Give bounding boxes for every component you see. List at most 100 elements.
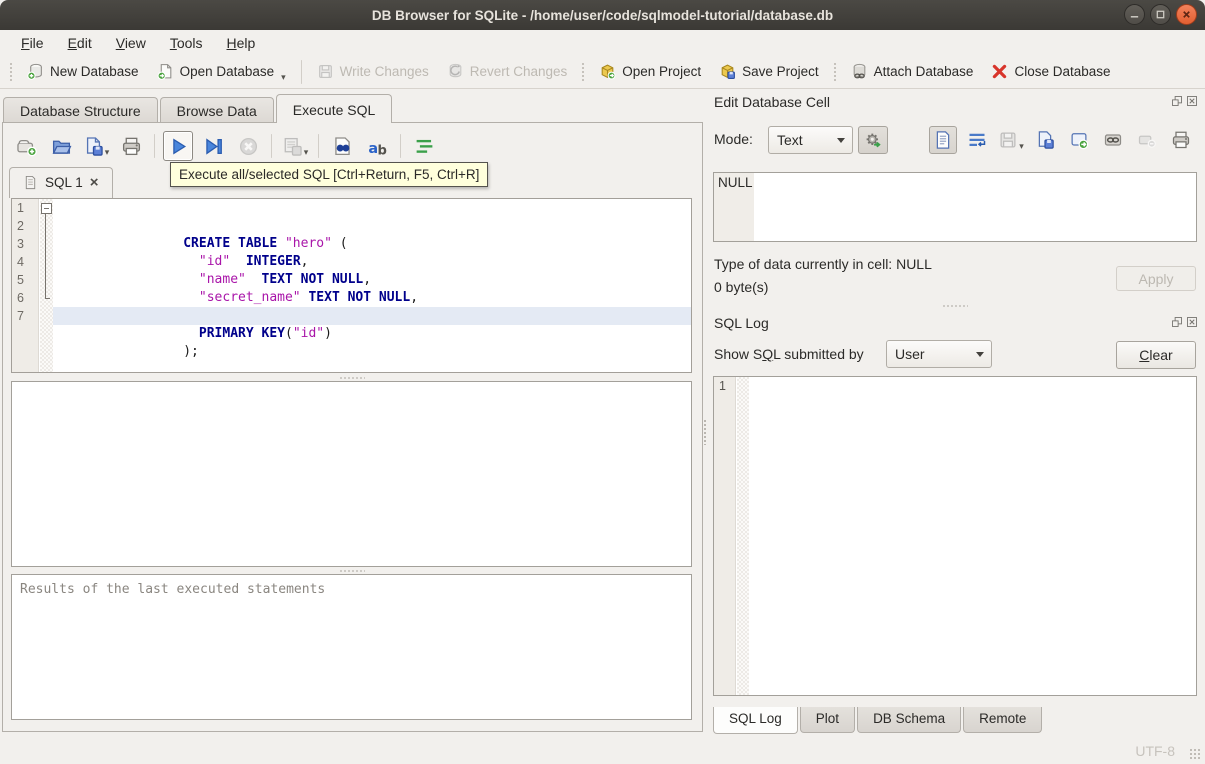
menu-item-label: T: [169, 34, 177, 51]
find-button[interactable]: [327, 131, 357, 161]
toolbar-grip[interactable]: [578, 60, 589, 83]
fold-marker[interactable]: [39, 307, 53, 325]
tab-browse-data[interactable]: Browse Data: [159, 97, 274, 123]
tab-label: SQL Log: [729, 711, 782, 726]
sql-toolbar-icon: [203, 136, 224, 157]
line-number: 1: [17, 201, 24, 215]
sql-editor[interactable]: 1 CREATE TABLE "hero" ( 2 "id" INTEGER, …: [11, 198, 692, 373]
results-message-pane[interactable]: Results of the last executed statements: [11, 574, 692, 720]
menu-help[interactable]: Help: [216, 33, 267, 53]
splitter-handle[interactable]: [11, 567, 692, 574]
undock-icon[interactable]: [1171, 316, 1183, 328]
editor-line[interactable]: 1 CREATE TABLE "hero" (: [12, 199, 691, 251]
set-null-button[interactable]: [1133, 126, 1161, 154]
open-external-button[interactable]: [1099, 126, 1127, 154]
open-database-button[interactable]: Open Database: [148, 59, 295, 84]
stop-button[interactable]: [233, 131, 263, 161]
editor-line[interactable]: 6 PRIMARY KEY("id"): [12, 289, 691, 341]
fold-marker[interactable]: [39, 217, 53, 235]
gear-icon: [864, 131, 883, 150]
text-mode-button[interactable]: [929, 126, 957, 154]
titlebar[interactable]: DB Browser for SQLite - /home/user/code/…: [0, 0, 1205, 30]
maximize-button[interactable]: [1150, 4, 1171, 25]
write-changes-button[interactable]: Write Changes: [308, 59, 438, 84]
menu-view[interactable]: View: [105, 33, 157, 53]
editor-line[interactable]: 3 "name" TEXT NOT NULL,: [12, 235, 691, 287]
print-sql-button[interactable]: [116, 131, 146, 161]
auto-apply-button[interactable]: [858, 126, 888, 154]
code-text: CREATE TABLE "hero" (: [53, 199, 691, 251]
save-sql-file-button[interactable]: [81, 131, 111, 161]
tab-execute-sql[interactable]: Execute SQL: [275, 94, 393, 123]
toolbar-grip[interactable]: [829, 60, 840, 83]
menu-file[interactable]: File: [10, 33, 55, 53]
line-number: 7: [17, 309, 24, 323]
sql-log-area[interactable]: 1: [713, 376, 1197, 696]
undock-icon[interactable]: [1171, 95, 1183, 107]
menu-tools[interactable]: Tools: [159, 33, 214, 53]
apply-button[interactable]: Apply: [1116, 266, 1196, 291]
open-sql-file-button[interactable]: [46, 131, 76, 161]
new-sql-tab-button[interactable]: [11, 131, 41, 161]
close-dock-icon[interactable]: [1186, 95, 1198, 107]
close-dock-icon[interactable]: [1186, 316, 1198, 328]
toolbar-grip[interactable]: [6, 60, 16, 83]
toolbar-button-icon: [27, 63, 44, 80]
export-data-button[interactable]: [1065, 126, 1093, 154]
fold-marker[interactable]: [39, 235, 53, 253]
fold-marker[interactable]: [39, 199, 53, 218]
print-cell-button[interactable]: [1167, 126, 1195, 154]
close-button[interactable]: [1176, 4, 1197, 25]
tab-remote[interactable]: Remote: [963, 707, 1043, 733]
apply-button-label: Apply: [1138, 270, 1174, 287]
word-wrap-button[interactable]: [963, 126, 991, 154]
save-cell-button[interactable]: [997, 126, 1025, 154]
editor-line[interactable]: 2 "id" INTEGER,: [12, 217, 691, 269]
import-data-button[interactable]: [1031, 126, 1059, 154]
splitter-handle[interactable]: [11, 374, 692, 381]
menu-edit[interactable]: Edit: [57, 33, 103, 53]
code-text: "name" TEXT NOT NULL,: [53, 235, 691, 287]
separator: [400, 134, 401, 158]
mode-select[interactable]: Text: [768, 126, 853, 154]
menu-item-label: E: [67, 34, 77, 51]
sql-toolbar-icon: [51, 136, 72, 157]
format-sql-button[interactable]: [409, 131, 439, 161]
attach-database-button[interactable]: Attach Database: [842, 59, 983, 84]
tab-database-structure[interactable]: Database Structure: [3, 97, 158, 123]
fold-marker[interactable]: [39, 289, 53, 307]
dock-splitter-handle[interactable]: [713, 302, 1197, 309]
label-segment: Show S: [714, 346, 763, 362]
resize-grip[interactable]: [1189, 748, 1201, 760]
save-results-button[interactable]: [280, 131, 310, 161]
editor-line[interactable]: 4 "secret_name" TEXT NOT NULL,: [12, 253, 691, 305]
editor-line[interactable]: 5 "age" INTEGER,: [12, 271, 691, 323]
autocomplete-button[interactable]: [362, 131, 392, 161]
new-database-button[interactable]: New Database: [18, 59, 148, 84]
cell-toolbar: [929, 126, 1195, 154]
tab-db-schema[interactable]: DB Schema: [857, 707, 962, 733]
sql-toolbar-icon: [414, 136, 435, 157]
tab-plot[interactable]: Plot: [799, 707, 856, 733]
execute-line-button[interactable]: [198, 131, 228, 161]
fold-marker[interactable]: [39, 253, 53, 271]
menu-item-label: iew: [124, 34, 146, 51]
sql-log-filter-select[interactable]: User: [886, 340, 992, 368]
clear-button[interactable]: Clear: [1116, 341, 1196, 369]
fold-marker[interactable]: [39, 271, 53, 289]
tab-sql-log[interactable]: SQL Log: [713, 707, 798, 734]
separator: [318, 134, 319, 158]
execute-all-button[interactable]: [163, 131, 193, 161]
minimize-button[interactable]: [1124, 4, 1145, 25]
save-project-button[interactable]: Save Project: [710, 59, 828, 84]
close-database-button[interactable]: Close Database: [982, 59, 1119, 84]
sql-doc-tab[interactable]: SQL 1 ×: [9, 167, 113, 198]
editor-line[interactable]: 7 );: [12, 307, 691, 359]
close-tab-icon[interactable]: ×: [90, 175, 99, 190]
code-token: PRIMARY KEY: [198, 326, 285, 341]
results-table-pane[interactable]: [11, 381, 692, 567]
revert-changes-button[interactable]: Revert Changes: [438, 59, 577, 84]
tab-label: Execute SQL: [292, 102, 376, 118]
cell-value-editor[interactable]: NULL: [713, 172, 1197, 242]
open-project-button[interactable]: Open Project: [590, 59, 710, 84]
